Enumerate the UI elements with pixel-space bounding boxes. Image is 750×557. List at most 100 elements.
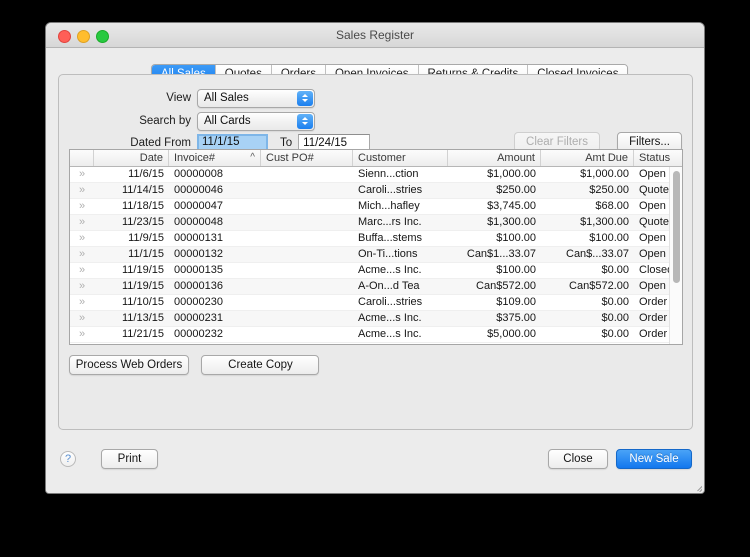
cell-invoice: 00000048 xyxy=(174,216,223,228)
cell-customer: On-Ti...tions xyxy=(358,248,418,260)
dated-from-label: Dated From xyxy=(130,137,191,149)
chevron-updown-icon xyxy=(297,90,313,106)
view-select[interactable]: All Sales xyxy=(197,88,315,108)
row-expand-icon[interactable]: » xyxy=(70,327,94,342)
cell-amtdue: $0.00 xyxy=(601,312,629,324)
cell-amount: $1,000.00 xyxy=(487,168,536,180)
table-vertical-scrollbar[interactable] xyxy=(669,167,682,344)
panel-action-buttons: Process Web Orders Create Copy xyxy=(69,355,320,375)
cell-invoice: 00000232 xyxy=(174,328,223,340)
cell-amount: $3,745.00 xyxy=(487,200,536,212)
column-header-invoice-label: Invoice# xyxy=(174,152,215,164)
cell-date: 11/19/15 xyxy=(121,280,164,292)
table-row[interactable]: » 11/19/15 00000136 A-On...d Tea Can$572.00 C… xyxy=(70,279,682,295)
cell-date: 11/9/15 xyxy=(128,232,164,244)
cell-date: 11/1/15 xyxy=(128,248,164,260)
cell-customer: Acme...s Inc. xyxy=(358,328,422,340)
column-header-amount[interactable]: Amount xyxy=(448,150,541,166)
table-row[interactable]: » 11/19/15 00000135 Acme...s Inc. $100.00 $0.… xyxy=(70,263,682,279)
cell-date: 11/18/15 xyxy=(121,200,164,212)
view-filter-row: View All Sales xyxy=(59,87,692,109)
cell-amtdue: $250.00 xyxy=(589,184,629,196)
row-expand-icon[interactable]: » xyxy=(70,167,94,182)
cell-customer: Marc...rs Inc. xyxy=(358,216,422,228)
row-expand-icon[interactable]: » xyxy=(70,183,94,198)
cell-amtdue: $0.00 xyxy=(601,264,629,276)
cell-customer: Buffa...stems xyxy=(358,232,422,244)
table-row[interactable]: » 11/18/15 00000047 Mich...hafley $3,745.00 $… xyxy=(70,199,682,215)
column-header-date[interactable]: Date xyxy=(94,150,169,166)
cell-amtdue: $0.00 xyxy=(601,296,629,308)
table-body: » 11/6/15 00000008 Sienn...ction $1,000.00 $1… xyxy=(70,167,682,344)
sales-register-window: Sales Register All Sales Quotes Orders O… xyxy=(45,22,705,494)
cell-customer: Acme...s Inc. xyxy=(358,312,422,324)
search-by-label: Search by xyxy=(139,115,191,127)
table-row[interactable]: » 11/10/15 00000230 Caroli...stries $109.00 $… xyxy=(70,295,682,311)
create-copy-button[interactable]: Create Copy xyxy=(201,355,320,375)
row-expand-icon[interactable]: » xyxy=(70,231,94,246)
row-expand-icon[interactable]: » xyxy=(70,295,94,310)
view-select-value: All Sales xyxy=(204,91,249,104)
cell-amtdue: $1,300.00 xyxy=(580,216,629,228)
cell-amount: $1,300.00 xyxy=(487,216,536,228)
cell-date: 11/19/15 xyxy=(121,264,164,276)
column-header-status[interactable]: Status xyxy=(634,150,682,166)
table-row[interactable]: » 11/21/15 00000232 Acme...s Inc. $5,000.00 $… xyxy=(70,327,682,343)
cell-amtdue: $0.00 xyxy=(601,328,629,340)
search-by-select[interactable]: All Cards xyxy=(197,111,315,131)
cell-invoice: 00000135 xyxy=(174,264,223,276)
column-header-cust-po[interactable]: Cust PO# xyxy=(261,150,353,166)
row-expand-icon[interactable]: » xyxy=(70,215,94,230)
cell-customer: Caroli...stries xyxy=(358,184,423,196)
row-expand-icon[interactable]: » xyxy=(70,263,94,278)
cell-amount: Can$1...33.07 xyxy=(466,248,536,260)
row-expand-icon[interactable]: » xyxy=(70,247,94,262)
cell-invoice: 00000047 xyxy=(174,200,223,212)
process-web-orders-button[interactable]: Process Web Orders xyxy=(69,355,189,375)
cell-amount: Can$572.00 xyxy=(476,280,536,292)
window-titlebar: Sales Register xyxy=(46,23,704,48)
cell-invoice: 00000230 xyxy=(174,296,223,308)
row-expand-icon[interactable]: » xyxy=(70,311,94,326)
cell-amount: $109.00 xyxy=(496,296,536,308)
column-header-invoice[interactable]: Invoice# ^ xyxy=(169,150,261,166)
cell-amtdue: $1,000.00 xyxy=(580,168,629,180)
cell-amtdue: $68.00 xyxy=(595,200,629,212)
cell-date: 11/13/15 xyxy=(121,312,164,324)
cell-date: 11/14/15 xyxy=(121,184,164,196)
cell-customer: A-On...d Tea xyxy=(358,280,420,292)
column-header-customer[interactable]: Customer xyxy=(353,150,448,166)
window-footer: ? Print Close New Sale xyxy=(46,440,704,493)
print-button[interactable]: Print xyxy=(101,449,158,469)
scrollbar-thumb[interactable] xyxy=(673,171,680,283)
cell-date: 11/10/15 xyxy=(121,296,164,308)
close-button[interactable]: Close xyxy=(548,449,608,469)
cell-invoice: 00000008 xyxy=(174,168,223,180)
new-sale-button[interactable]: New Sale xyxy=(616,449,692,469)
help-button[interactable]: ? xyxy=(60,451,76,467)
resize-grip[interactable] xyxy=(689,479,702,492)
to-label: To xyxy=(280,137,293,149)
table-row[interactable]: » 11/14/15 00000046 Caroli...stries $250.00 $… xyxy=(70,183,682,199)
row-expand-icon[interactable]: » xyxy=(70,199,94,214)
column-header-amt-due[interactable]: Amt Due xyxy=(541,150,634,166)
chevron-updown-icon xyxy=(297,113,313,129)
desktop-background: Sales Register All Sales Quotes Orders O… xyxy=(0,0,750,557)
table-row[interactable]: » 11/13/15 00000231 Acme...s Inc. $375.00 $0.… xyxy=(70,311,682,327)
table-row[interactable]: » 11/23/15 00000048 Marc...rs Inc. $1,300.00… xyxy=(70,215,682,231)
search-by-filter-row: Search by All Cards xyxy=(59,110,692,132)
cell-invoice: 00000131 xyxy=(174,232,223,244)
table-row[interactable]: » 11/9/15 00000131 Buffa...stems $100.00 $100… xyxy=(70,231,682,247)
row-expand-icon[interactable]: » xyxy=(70,279,94,294)
table-row[interactable]: » 11/6/15 00000008 Sienn...ction $1,000.00 $1… xyxy=(70,167,682,183)
column-header-expand xyxy=(70,150,94,166)
table-row[interactable]: » 11/1/15 00000132 On-Ti...tions Can$1...33.… xyxy=(70,247,682,263)
cell-amount: $375.00 xyxy=(496,312,536,324)
cell-date: 11/21/15 xyxy=(121,328,164,340)
cell-customer: Mich...hafley xyxy=(358,200,420,212)
cell-invoice: 00000046 xyxy=(174,184,223,196)
window-title: Sales Register xyxy=(335,28,415,42)
sales-table: Date Invoice# ^ Cust PO# Customer Amount… xyxy=(69,149,683,345)
search-by-select-value: All Cards xyxy=(204,114,251,127)
cell-amtdue: $100.00 xyxy=(589,232,629,244)
